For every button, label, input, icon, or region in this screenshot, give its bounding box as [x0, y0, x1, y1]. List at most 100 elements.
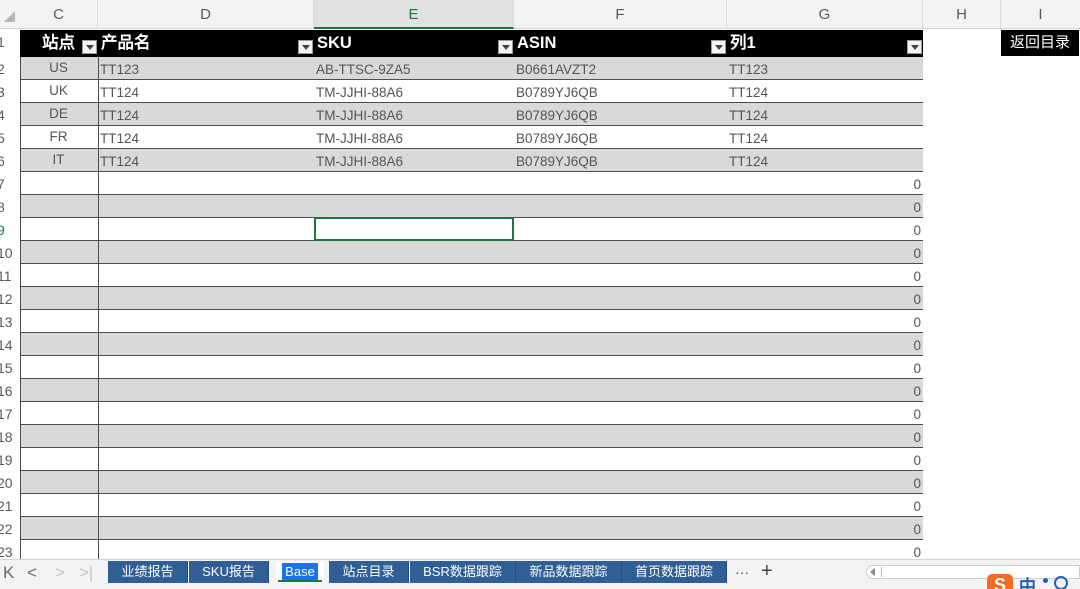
row-number[interactable]: 7: [0, 173, 20, 195]
row-number[interactable]: 9: [0, 219, 20, 241]
product-cell[interactable]: TT124: [98, 149, 139, 171]
product-cell[interactable]: TT123: [98, 57, 139, 79]
computed-value-cell[interactable]: 0: [913, 172, 921, 194]
asin-cell[interactable]: B0661AVZT2: [514, 57, 596, 79]
row-number[interactable]: 1: [0, 31, 20, 53]
first-sheet-button[interactable]: K: [3, 562, 14, 584]
product-cell[interactable]: TT124: [98, 80, 139, 102]
row-number[interactable]: 11: [0, 265, 20, 287]
row-number[interactable]: 18: [0, 426, 20, 448]
add-sheet-icon[interactable]: +: [761, 560, 773, 582]
row-number[interactable]: 12: [0, 288, 20, 310]
col1-cell[interactable]: TT124: [727, 126, 768, 148]
row-number[interactable]: 5: [0, 127, 20, 149]
site-cell[interactable]: UK: [20, 80, 97, 102]
computed-value-cell[interactable]: 0: [913, 448, 921, 470]
asin-cell[interactable]: B0789YJ6QB: [514, 126, 598, 148]
active-cell-selection[interactable]: [314, 217, 514, 241]
computed-value-cell[interactable]: 0: [913, 356, 921, 378]
computed-value-cell[interactable]: 0: [913, 287, 921, 309]
computed-value-cell[interactable]: 0: [913, 195, 921, 217]
site-cell[interactable]: US: [20, 57, 97, 79]
column-header-d[interactable]: D: [98, 0, 314, 29]
row-number[interactable]: 17: [0, 403, 20, 425]
sku-cell[interactable]: AB-TTSC-9ZA5: [314, 57, 411, 79]
filter-dropdown-icon[interactable]: [711, 40, 726, 54]
row-number[interactable]: 14: [0, 334, 20, 356]
table-header-cell[interactable]: 列1: [727, 30, 923, 57]
sheet-tab[interactable]: 站点目录: [329, 561, 409, 583]
sheet-tab[interactable]: 首页数据跟踪: [622, 561, 727, 583]
computed-value-cell[interactable]: 0: [913, 471, 921, 493]
column-header-e[interactable]: E: [314, 0, 514, 29]
filter-dropdown-icon[interactable]: [298, 40, 313, 54]
scroll-left-icon[interactable]: [870, 568, 875, 576]
sheet-tab[interactable]: SKU报告: [189, 561, 269, 583]
site-cell[interactable]: IT: [20, 149, 97, 171]
col1-cell[interactable]: TT123: [727, 57, 768, 79]
sku-cell[interactable]: TM-JJHI-88A6: [314, 126, 403, 148]
computed-value-cell[interactable]: 0: [913, 402, 921, 424]
row-number[interactable]: 10: [0, 242, 20, 264]
sheet-tab[interactable]: 新品数据跟踪: [516, 561, 622, 583]
row-number[interactable]: 6: [0, 150, 20, 172]
filter-dropdown-icon[interactable]: [82, 40, 97, 54]
ime-punctuation-icon[interactable]: [1043, 578, 1048, 583]
computed-value-cell[interactable]: 0: [913, 264, 921, 286]
row-number[interactable]: 16: [0, 380, 20, 402]
row-number[interactable]: 3: [0, 81, 20, 103]
computed-value-cell[interactable]: 0: [913, 333, 921, 355]
asin-cell[interactable]: B0789YJ6QB: [514, 80, 598, 102]
ime-emoji-icon[interactable]: [1054, 576, 1068, 589]
table-header-cell[interactable]: SKU: [314, 30, 514, 57]
row-number[interactable]: 4: [0, 104, 20, 126]
computed-value-cell[interactable]: 0: [913, 494, 921, 516]
computed-value-cell[interactable]: 0: [913, 379, 921, 401]
more-sheets-icon[interactable]: ···: [735, 562, 749, 582]
product-cell[interactable]: TT124: [98, 126, 139, 148]
site-cell[interactable]: FR: [20, 126, 97, 148]
col1-cell[interactable]: TT124: [727, 149, 768, 171]
sku-cell[interactable]: TM-JJHI-88A6: [314, 80, 403, 102]
row-number[interactable]: 13: [0, 311, 20, 333]
select-all-corner[interactable]: [0, 0, 20, 29]
column-header-h[interactable]: H: [923, 0, 1001, 29]
asin-cell[interactable]: B0789YJ6QB: [514, 149, 598, 171]
sku-cell[interactable]: TM-JJHI-88A6: [314, 103, 403, 125]
sheet-tab[interactable]: 业绩报告: [108, 561, 188, 583]
filter-dropdown-icon[interactable]: [907, 40, 922, 54]
computed-value-cell[interactable]: 0: [913, 310, 921, 332]
table-header-cell[interactable]: 产品名: [98, 30, 314, 57]
row-number[interactable]: 21: [0, 495, 20, 517]
computed-value-cell[interactable]: 0: [913, 218, 921, 240]
column-header-f[interactable]: F: [514, 0, 727, 29]
table-header-cell[interactable]: ASIN: [514, 30, 727, 57]
asin-cell[interactable]: B0789YJ6QB: [514, 103, 598, 125]
row-number[interactable]: 22: [0, 518, 20, 540]
product-cell[interactable]: TT124: [98, 103, 139, 125]
col1-cell[interactable]: TT124: [727, 103, 768, 125]
site-cell[interactable]: DE: [20, 103, 97, 125]
computed-value-cell[interactable]: 0: [913, 517, 921, 539]
column-header-c[interactable]: C: [20, 0, 98, 29]
row-number[interactable]: 19: [0, 449, 20, 471]
row-number[interactable]: 2: [0, 58, 20, 80]
ime-language-indicator[interactable]: 中: [1019, 574, 1036, 589]
row-number[interactable]: 20: [0, 472, 20, 494]
col1-cell[interactable]: TT124: [727, 80, 768, 102]
back-to-index-button[interactable]: 返回目录: [1001, 30, 1079, 56]
column-header-i[interactable]: I: [1001, 0, 1080, 29]
next-sheet-button[interactable]: >: [55, 562, 65, 584]
ime-toolbar[interactable]: S 中: [987, 574, 1080, 589]
row-number[interactable]: 15: [0, 357, 20, 379]
sheet-tab[interactable]: Base: [276, 561, 324, 583]
sku-cell[interactable]: TM-JJHI-88A6: [314, 149, 403, 171]
computed-value-cell[interactable]: 0: [913, 241, 921, 263]
prev-sheet-button[interactable]: <: [27, 562, 37, 584]
sheet-tab[interactable]: BSR数据跟踪: [410, 561, 516, 583]
row-number[interactable]: 8: [0, 196, 20, 218]
computed-value-cell[interactable]: 0: [913, 425, 921, 447]
column-header-g[interactable]: G: [727, 0, 923, 29]
filter-dropdown-icon[interactable]: [498, 40, 513, 54]
last-sheet-button[interactable]: >|: [79, 562, 93, 584]
